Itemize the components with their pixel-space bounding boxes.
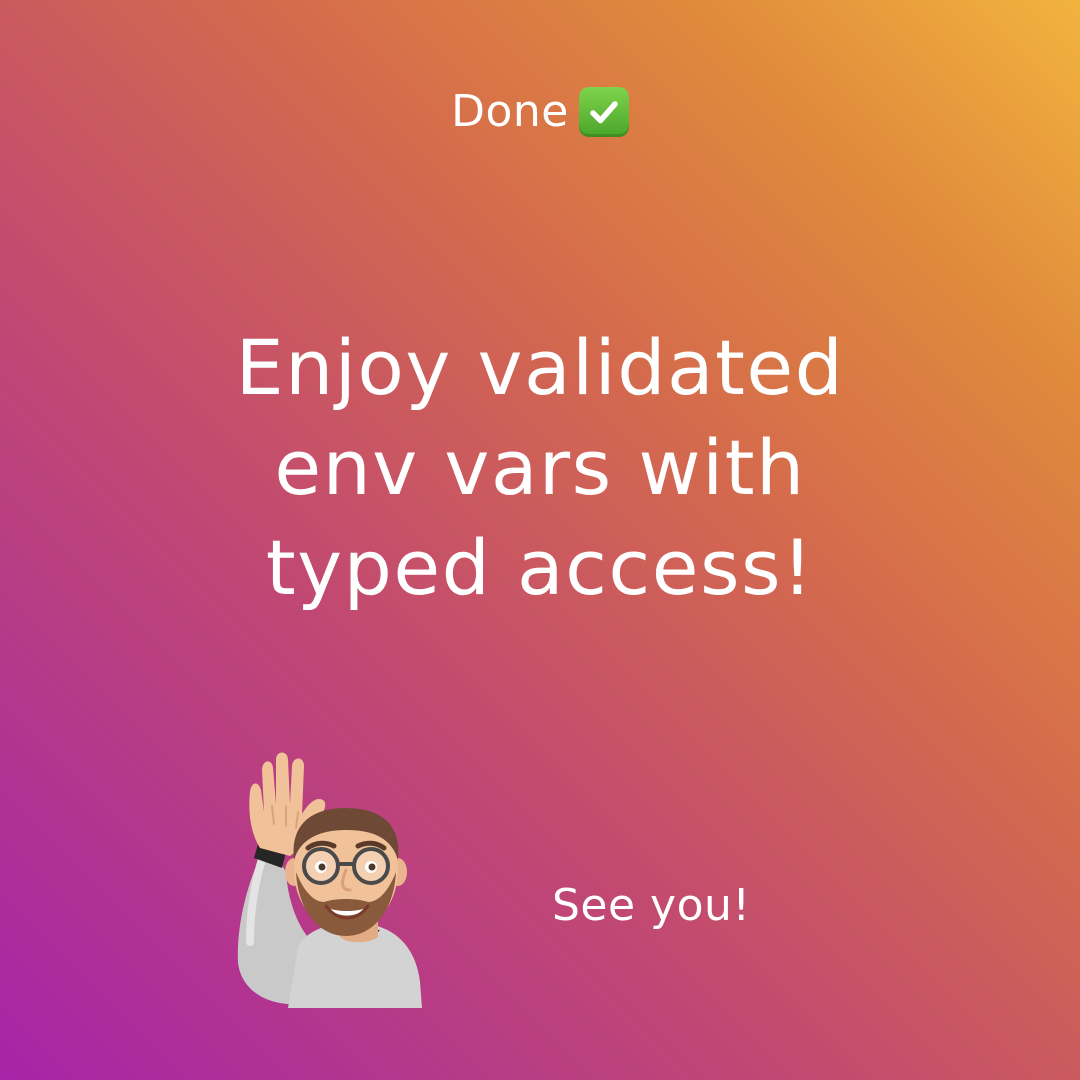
check-mark-icon bbox=[578, 86, 629, 137]
status-row: Done bbox=[0, 86, 1080, 137]
waving-avatar-icon bbox=[228, 752, 428, 1008]
headline: Enjoy validated env vars with typed acce… bbox=[90, 318, 990, 618]
done-label: Done bbox=[451, 86, 569, 137]
farewell-text: See you! bbox=[552, 880, 751, 931]
headline-line-1: Enjoy validated bbox=[235, 323, 845, 412]
headline-line-2: env vars with bbox=[274, 423, 806, 512]
headline-line-3: typed access! bbox=[265, 523, 815, 612]
